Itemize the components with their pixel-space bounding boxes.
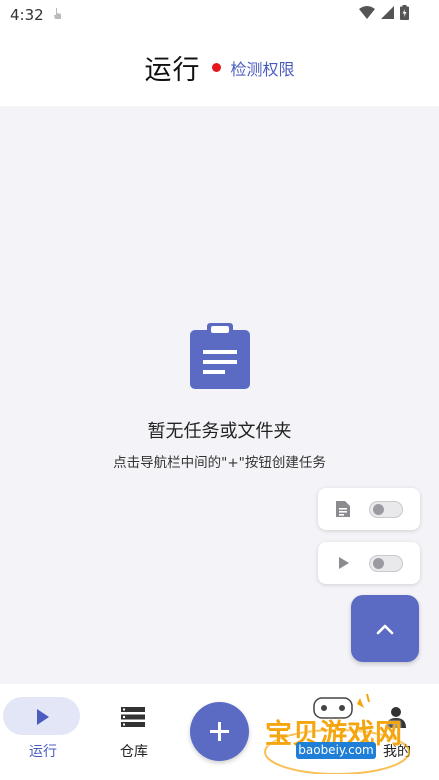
cellular-signal-icon	[381, 6, 394, 19]
add-task-button[interactable]	[190, 702, 249, 761]
nav-label-repository: 仓库	[120, 744, 148, 760]
status-icons	[359, 5, 409, 20]
status-bar: 4:32	[0, 0, 439, 30]
storage-icon	[121, 707, 145, 727]
clipboard-icon	[190, 323, 250, 389]
wifi-icon	[359, 6, 375, 19]
nav-item-repository[interactable]: 仓库	[91, 684, 177, 780]
nav-item-run[interactable]: 运行	[0, 684, 86, 780]
play-toggle-card	[318, 542, 420, 584]
battery-icon	[400, 5, 409, 20]
empty-state-title: 暂无任务或文件夹	[147, 421, 292, 442]
play-toggle-switch[interactable]	[369, 555, 403, 572]
empty-state-subtitle: 点击导航栏中间的"+"按钮创建任务	[113, 455, 326, 471]
watermark-url: baobeiy.com	[296, 742, 376, 759]
toggle-knob	[373, 558, 384, 569]
plus-icon	[210, 722, 229, 741]
document-toggle-switch[interactable]	[369, 501, 403, 518]
toggle-knob	[373, 504, 384, 515]
scroll-to-top-button[interactable]	[351, 595, 419, 662]
play-icon	[339, 557, 349, 569]
notification-hand-icon	[54, 8, 61, 19]
app-header: 运行 检测权限	[0, 30, 439, 106]
document-icon	[336, 501, 350, 517]
play-icon	[37, 709, 49, 725]
page-title: 运行	[144, 55, 201, 86]
nav-label-run: 运行	[29, 744, 57, 760]
header-title-row: 运行 检测权限	[0, 48, 439, 87]
document-toggle-card	[318, 488, 420, 530]
permission-status-dot	[212, 63, 222, 72]
chevron-up-icon	[376, 624, 394, 635]
check-permission-link[interactable]: 检测权限	[230, 56, 294, 80]
status-time: 4:32	[10, 6, 44, 24]
